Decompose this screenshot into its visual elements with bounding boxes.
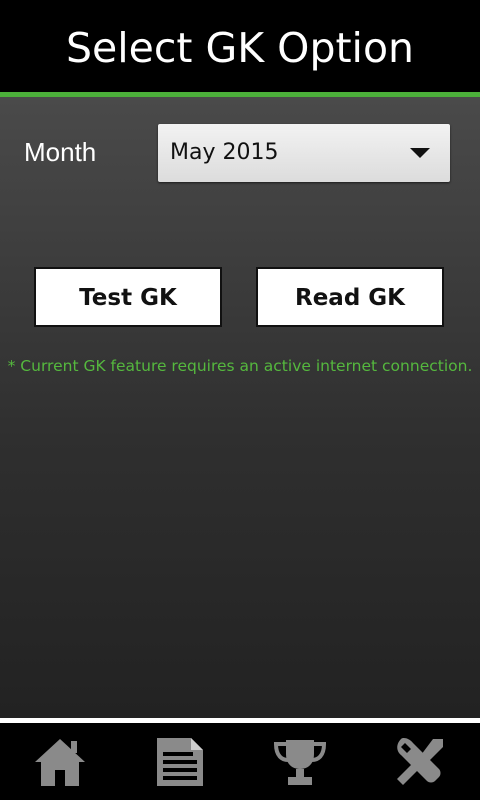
read-gk-button[interactable]: Read GK: [256, 267, 444, 327]
test-gk-button[interactable]: Test GK: [34, 267, 222, 327]
dropdown-arrow-icon: [410, 148, 430, 158]
bottom-nav: [0, 723, 480, 800]
app-screen: Select GK Option Month May 2015 Test GK …: [0, 0, 480, 800]
page-title: Select GK Option: [65, 24, 415, 72]
month-dropdown[interactable]: May 2015: [158, 124, 450, 182]
nav-home[interactable]: [0, 723, 120, 800]
home-icon: [33, 736, 87, 788]
settings-tools-icon: [393, 735, 447, 789]
internet-requirement-note: * Current GK feature requires an active …: [7, 357, 473, 375]
main-content: Month May 2015 Test GK Read GK * Current…: [0, 97, 480, 718]
nav-settings[interactable]: [360, 723, 480, 800]
month-selected-value: May 2015: [170, 140, 279, 165]
document-icon: [155, 736, 205, 788]
nav-trophy[interactable]: [240, 723, 360, 800]
nav-documents[interactable]: [120, 723, 240, 800]
month-label: Month: [24, 137, 97, 167]
trophy-icon: [272, 736, 328, 788]
header-bar: Select GK Option: [0, 0, 480, 92]
